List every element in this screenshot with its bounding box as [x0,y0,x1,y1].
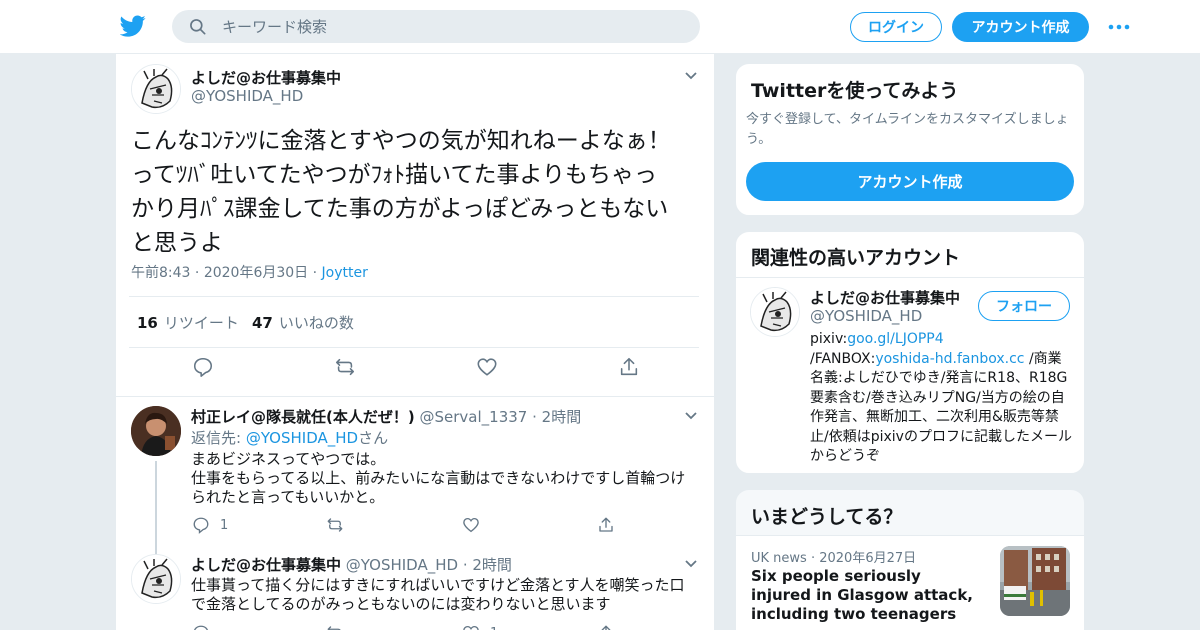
related-accounts-title: 関連性の高いアカウント [751,247,961,269]
tweet-detail-column: よしだ@お仕事募集中 @YOSHIDA_HD こんなｺﾝﾃﾝﾂに金落とすやつの気… [115,54,715,630]
avatar[interactable] [131,554,181,604]
avatar[interactable] [750,287,800,337]
author-handle[interactable]: @Serval_1337 [420,408,528,426]
author-name[interactable]: 村正レイ@隊長就任(本人だぜ！) [191,408,415,426]
bio-text: /商業名義:よしだひでゆき/発言にR18、R18G要素含む/巻き込みリプNG/当… [810,350,1072,465]
share-icon[interactable] [618,356,640,378]
bio-pixiv-label: pixiv: [810,331,848,347]
reply-to-link[interactable]: @YOSHIDA_HD [246,429,358,447]
signup-card: Twitterを使ってみよう 今すぐ登録して、タイムラインをカスタマイズしましょ… [735,63,1085,216]
reply-header: 村正レイ@隊長就任(本人だぜ！) @Serval_1337 · 2時間 [191,408,582,426]
reply-text: 仕事貰って描く分にはすきにすればいいですけど金落とす人を嘲笑った口 で金落として… [191,576,685,613]
signup-card-title: Twitterを使ってみよう [751,80,959,102]
like-count: 47 [252,314,273,332]
author-handle[interactable]: @YOSHIDA_HD [346,556,458,574]
retweet-icon[interactable] [326,516,344,534]
avatar-photo-icon [131,406,181,456]
avatar-illustration-icon [132,65,180,113]
reply-tweet[interactable]: よしだ@お仕事募集中 @YOSHIDA_HD · 2時間 仕事貰って描く分にはす… [116,554,714,630]
news-date: 2020年6月27日 [819,551,917,566]
reply-header: よしだ@お仕事募集中 @YOSHIDA_HD · 2時間 [191,556,512,574]
avatar[interactable] [131,64,181,114]
reply-text: まあビジネスってやつでは。 仕事をもらってる以上、前みたいにな言動はできないわけ… [191,450,686,506]
chevron-down-icon[interactable] [684,557,698,571]
signup-button[interactable]: アカウント作成 [952,12,1089,42]
account-handle[interactable]: @YOSHIDA_HD [810,307,922,325]
signup-card-button[interactable]: アカウント作成 [746,162,1074,201]
chevron-down-icon[interactable] [684,409,698,423]
tweet-actions [116,356,714,386]
account-bio: pixiv:goo.gl/LJOPP4/FANBOX:yoshida-hd.fa… [810,330,1072,467]
bio-pixiv-link[interactable]: goo.gl/LJOPP4 [847,331,943,347]
author-name[interactable]: よしだ@お仕事募集中 [191,556,341,574]
avatar[interactable] [131,406,181,456]
search-icon [190,19,206,35]
news-category: UK news [751,551,807,566]
news-item[interactable]: UK news · 2020年6月27日 Six people seriousl… [736,535,1084,630]
author-handle[interactable]: @YOSHIDA_HD [191,87,303,105]
top-nav: ログイン アカウント作成 [0,0,1200,54]
reply-icon[interactable] [192,624,210,630]
tweet-text: こんなｺﾝﾃﾝﾂに金落とすやつの気が知れねーよなぁ！ ってﾂﾊﾞ吐いてたやつがﾌ… [131,128,671,256]
news-photo-icon [1000,546,1070,616]
tweet-time: 午前8:43 [131,265,191,281]
news-headline[interactable]: Six people seriously injured in Glasgow … [751,567,976,624]
twitter-bird-icon[interactable] [120,13,146,39]
retweet-icon[interactable] [326,624,344,630]
reply-icon[interactable] [192,356,214,378]
like-label: いいねの数 [278,314,354,332]
retweet-icon[interactable] [334,356,356,378]
avatar-illustration-icon [132,555,180,603]
retweet-count: 16 [137,314,158,332]
related-accounts-card: 関連性の高いアカウント よしだ@お仕事募集中 @YOSHIDA_HD フォロー … [735,231,1085,474]
avatar-illustration-icon [751,288,799,336]
reply-to: 返信先: @YOSHIDA_HDさん [191,427,388,448]
reply-icon[interactable] [192,516,210,534]
author-name[interactable]: よしだ@お仕事募集中 [191,67,341,88]
reply-to-prefix: 返信先: [191,429,246,447]
whats-happening-title: いまどうしてる？ [751,506,903,528]
whats-happening-card: いまどうしてる？ UK news · 2020年6月27日 Six people… [735,489,1085,630]
share-icon[interactable] [597,516,615,534]
tweet-stats: 16 リツイート 47 いいねの数 [129,296,699,348]
like-count: 1 [490,626,498,630]
news-thumbnail[interactable] [1000,546,1070,616]
like-icon[interactable] [462,516,480,534]
account-name[interactable]: よしだ@お仕事募集中 [810,287,960,308]
news-meta: UK news · 2020年6月27日 [751,551,917,566]
bio-fanbox-link[interactable]: yoshida-hd.fanbox.cc [875,351,1024,367]
like-stat[interactable]: 47 いいねの数 [252,312,354,333]
tweet-meta: 午前8:43 · 2020年6月30日 · Joytter [131,265,368,281]
reply-tweet[interactable]: 村正レイ@隊長就任(本人だぜ！) @Serval_1337 · 2時間 返信先:… [116,406,714,573]
login-button[interactable]: ログイン [850,12,942,42]
reply-time[interactable]: 2時間 [472,556,512,574]
section-divider [116,396,714,397]
tweet-date: 2020年6月30日 [203,265,309,281]
signup-card-description: 今すぐ登録して、タイムラインをカスタマイズしましょう。 [746,112,1069,147]
retweet-label: リツイート [163,314,239,332]
reply-to-suffix: さん [358,429,389,447]
tweet-source-link[interactable]: Joytter [322,265,368,281]
chevron-down-icon[interactable] [684,69,698,83]
reply-time[interactable]: 2時間 [542,408,582,426]
search-input[interactable] [222,10,682,43]
retweet-stat[interactable]: 16 リツイート [137,312,239,333]
like-icon[interactable] [476,356,498,378]
bio-fanbox-label: /FANBOX: [810,350,876,367]
follow-button[interactable]: フォロー [978,291,1070,321]
like-icon[interactable] [462,624,480,630]
share-icon[interactable] [597,624,615,630]
search-box[interactable] [172,10,700,43]
card-divider [736,277,1084,278]
reply-count: 1 [220,518,229,533]
more-options-icon[interactable] [1107,19,1131,35]
